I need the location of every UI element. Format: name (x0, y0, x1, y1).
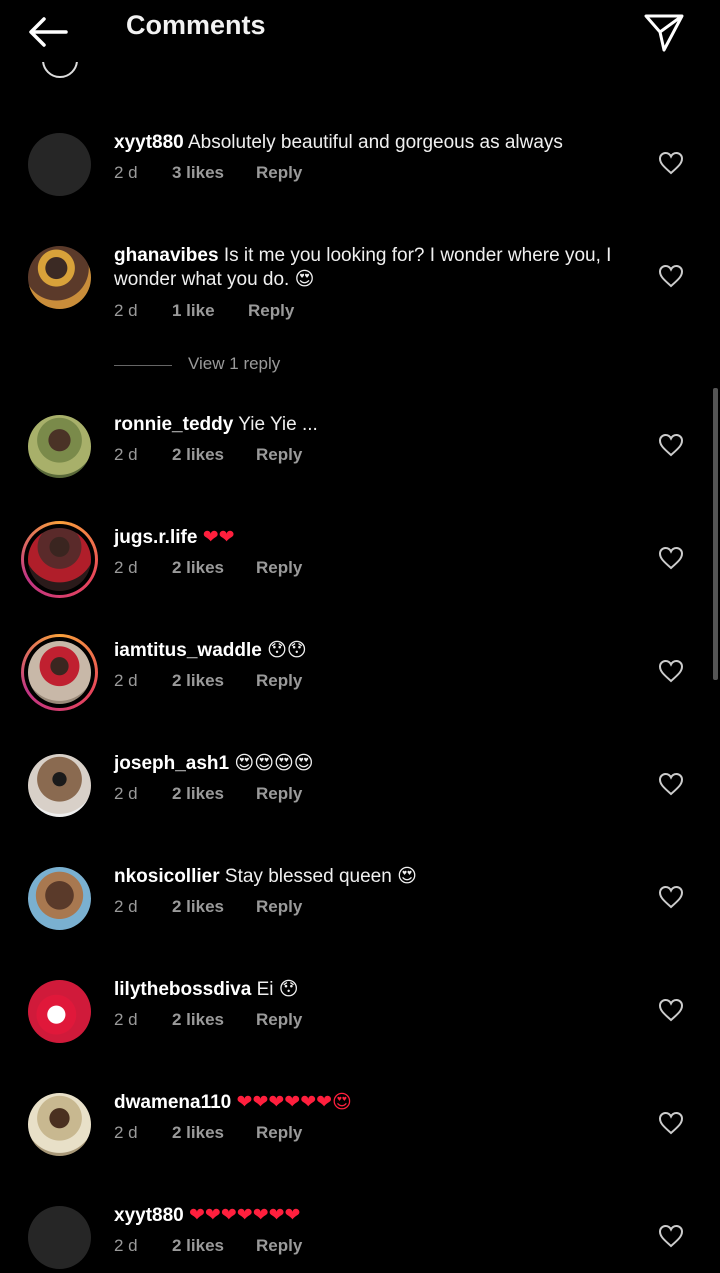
top-bar: Comments (0, 0, 720, 62)
heart-outline-icon[interactable] (658, 772, 684, 796)
comment-text: jugs.r.life ❤❤ (114, 526, 634, 550)
comment-username[interactable]: nkosicollier (114, 866, 220, 887)
comment-time: 2 d (114, 1123, 138, 1142)
comment-body: Stay blessed queen 😍 (224, 866, 417, 887)
comment-body: ❤❤ (202, 527, 235, 548)
back-button[interactable] (24, 10, 72, 54)
comment-username[interactable]: jugs.r.life (114, 527, 197, 548)
reply-button[interactable]: Reply (256, 1010, 302, 1030)
comment-text: dwamena110 ❤❤❤❤❤❤😍 (114, 1091, 634, 1115)
view-replies-label[interactable]: View 1 reply (188, 354, 280, 374)
avatar[interactable] (28, 867, 91, 930)
heart-outline-icon[interactable] (658, 885, 684, 909)
share-button[interactable] (642, 10, 686, 54)
comment-time: 2 d (114, 1010, 138, 1029)
story-ring (21, 634, 98, 711)
comment-time: 2 d (114, 445, 138, 464)
heart-outline-icon[interactable] (658, 546, 684, 570)
divider (114, 365, 172, 366)
comment-username[interactable]: xyyt880 (114, 1205, 184, 1226)
avatar[interactable] (28, 754, 91, 817)
comment-likes[interactable]: 2 likes (172, 671, 224, 691)
comment-likes[interactable]: 2 likes (172, 445, 224, 465)
comment-time: 2 d (114, 301, 138, 320)
comment-text: nkosicollier Stay blessed queen 😍 (114, 865, 634, 889)
reply-button[interactable]: Reply (256, 1236, 302, 1256)
comment-time: 2 d (114, 671, 138, 690)
comment-likes[interactable]: 1 like (172, 301, 215, 321)
comment-text: ronnie_teddy Yie Yie ... (114, 413, 634, 437)
comment-body: Yie Yie ... (238, 414, 318, 435)
comment-body: Absolutely beautiful and gorgeous as alw… (187, 132, 563, 153)
comment-text: iamtitus_waddle 😯😯 (114, 639, 634, 663)
avatar[interactable] (28, 415, 91, 478)
comment-likes[interactable]: 2 likes (172, 558, 224, 578)
reply-button[interactable]: Reply (256, 163, 302, 183)
avatar[interactable] (28, 133, 91, 196)
comment-username[interactable]: ronnie_teddy (114, 414, 233, 435)
reply-button[interactable]: Reply (256, 671, 302, 691)
avatar[interactable] (28, 980, 91, 1043)
comment-text: joseph_ash1 😍😍😍😍 (114, 752, 634, 776)
avatar[interactable] (21, 521, 98, 598)
comment-time: 2 d (114, 897, 138, 916)
comment-likes[interactable]: 2 likes (172, 1236, 224, 1256)
comment-username[interactable]: xyyt880 (114, 132, 184, 153)
comment-likes[interactable]: 2 likes (172, 784, 224, 804)
comment-text: ghanavibes Is it me you looking for? I w… (114, 244, 634, 292)
heart-outline-icon[interactable] (658, 433, 684, 457)
heart-outline-icon[interactable] (658, 998, 684, 1022)
reply-button[interactable]: Reply (256, 1123, 302, 1143)
comment-likes[interactable]: 2 likes (172, 1123, 224, 1143)
previous-comment-avatar-edge (42, 62, 78, 84)
comment-username[interactable]: iamtitus_waddle (114, 640, 262, 661)
comment-text: xyyt880 Absolutely beautiful and gorgeou… (114, 131, 634, 155)
comment-body: ❤❤❤❤❤❤❤ (189, 1205, 301, 1226)
comment-time: 2 d (114, 1236, 138, 1255)
page-title: Comments (126, 10, 266, 40)
comment-body: 😯😯 (267, 640, 307, 661)
heart-outline-icon[interactable] (658, 1111, 684, 1135)
comment-username[interactable]: lilythebossdiva (114, 979, 251, 1000)
comment-username[interactable]: dwamena110 (114, 1092, 231, 1113)
avatar[interactable] (21, 634, 98, 711)
avatar[interactable] (28, 1206, 91, 1269)
story-ring (21, 521, 98, 598)
comment-likes[interactable]: 3 likes (172, 163, 224, 183)
heart-outline-icon[interactable] (658, 1224, 684, 1248)
scrollbar[interactable] (713, 388, 718, 680)
avatar[interactable] (28, 246, 91, 309)
view-replies-link[interactable]: View 1 reply (114, 354, 414, 378)
reply-button[interactable]: Reply (256, 445, 302, 465)
comment-body: 😍😍😍😍 (234, 753, 314, 774)
heart-outline-icon[interactable] (658, 659, 684, 683)
heart-outline-icon[interactable] (658, 151, 684, 175)
heart-outline-icon[interactable] (658, 264, 684, 288)
reply-button[interactable]: Reply (256, 558, 302, 578)
comment-time: 2 d (114, 558, 138, 577)
paper-plane-icon (644, 14, 684, 52)
reply-button[interactable]: Reply (256, 897, 302, 917)
comment-username[interactable]: joseph_ash1 (114, 753, 229, 774)
comment-likes[interactable]: 2 likes (172, 1010, 224, 1030)
comment-text: xyyt880 ❤❤❤❤❤❤❤ (114, 1204, 634, 1228)
reply-button[interactable]: Reply (256, 784, 302, 804)
reply-button[interactable]: Reply (248, 301, 294, 321)
comment-text: lilythebossdiva Ei 😯 (114, 978, 634, 1002)
comment-time: 2 d (114, 163, 138, 182)
comment-username[interactable]: ghanavibes (114, 245, 219, 266)
comment-likes[interactable]: 2 likes (172, 897, 224, 917)
comment-body: ❤❤❤❤❤❤😍 (236, 1092, 352, 1113)
back-arrow-icon (29, 17, 68, 47)
comment-body: Ei 😯 (256, 979, 299, 1000)
avatar[interactable] (28, 1093, 91, 1156)
comment-time: 2 d (114, 784, 138, 803)
